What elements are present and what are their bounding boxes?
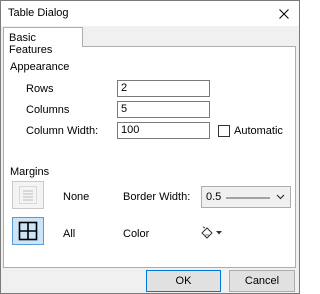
- margin-all-icon: [18, 221, 38, 241]
- table-dialog-window: Table Dialog Basic Features Appearance R…: [0, 0, 300, 294]
- automatic-checkbox[interactable]: [218, 125, 230, 137]
- margin-none-icon: [19, 186, 37, 204]
- border-width-value: 0.5: [206, 191, 222, 203]
- columns-label: Columns: [26, 104, 70, 116]
- rows-input[interactable]: 2: [117, 80, 210, 97]
- dialog-footer: OK Cancel: [1, 268, 299, 293]
- border-width-select[interactable]: 0.5: [201, 186, 291, 208]
- rows-label: Rows: [26, 83, 54, 95]
- color-label: Color: [123, 228, 150, 240]
- title-bar: Table Dialog: [1, 1, 299, 26]
- color-picker-button[interactable]: [198, 224, 224, 242]
- ok-button[interactable]: OK: [146, 270, 221, 292]
- close-button[interactable]: [269, 1, 299, 26]
- automatic-label: Automatic: [234, 125, 283, 137]
- tab-panel-basic-features: Appearance Rows 2 Columns 5 Column Width…: [3, 46, 296, 268]
- dropdown-arrow-icon: [216, 231, 222, 235]
- tab-basic-features[interactable]: Basic Features: [3, 27, 83, 56]
- paint-bucket-icon: [201, 226, 213, 239]
- margin-none-label: None: [63, 191, 90, 203]
- margins-heading: Margins: [10, 166, 50, 178]
- chevron-down-icon: [276, 194, 285, 200]
- margin-none-button[interactable]: [12, 181, 44, 209]
- column-width-input[interactable]: 100: [117, 122, 210, 139]
- dialog-client: Basic Features Appearance Rows 2 Columns…: [1, 26, 299, 268]
- line-sample-icon: [226, 197, 270, 199]
- column-width-label: Column Width:: [26, 125, 99, 137]
- cancel-button[interactable]: Cancel: [229, 270, 295, 292]
- appearance-heading: Appearance: [10, 61, 70, 73]
- border-width-label: Border Width:: [123, 191, 191, 203]
- window-title: Table Dialog: [8, 7, 69, 19]
- margin-all-button[interactable]: [12, 217, 44, 245]
- margin-all-label: All: [63, 228, 76, 240]
- columns-input[interactable]: 5: [117, 101, 210, 118]
- close-icon: [279, 8, 289, 19]
